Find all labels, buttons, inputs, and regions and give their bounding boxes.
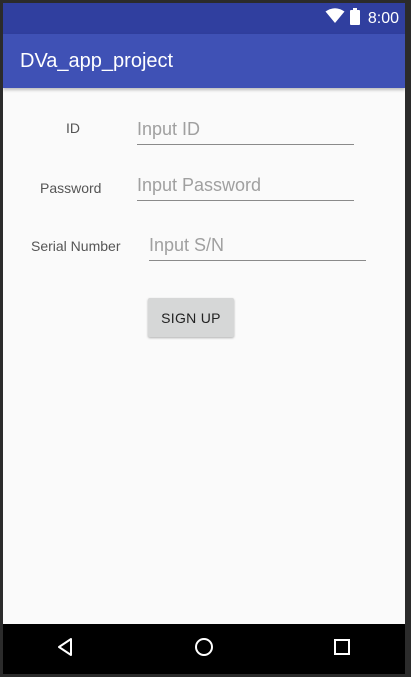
home-button[interactable] bbox=[179, 624, 229, 674]
device-frame: 8:00 DVa_app_project ID Password Serial … bbox=[0, 0, 411, 677]
app-title: DVa_app_project bbox=[20, 50, 174, 72]
recents-icon bbox=[333, 638, 351, 661]
sign-up-button[interactable]: SIGN UP bbox=[148, 298, 234, 337]
serial-number-label: Serial Number bbox=[31, 238, 121, 254]
app-bar: DVa_app_project bbox=[3, 34, 405, 88]
id-input[interactable] bbox=[137, 118, 354, 145]
password-label: Password bbox=[40, 180, 102, 196]
home-icon bbox=[194, 637, 214, 662]
wifi-icon bbox=[325, 8, 345, 29]
password-input[interactable] bbox=[137, 174, 354, 201]
back-button[interactable] bbox=[41, 624, 91, 674]
status-bar: 8:00 bbox=[3, 3, 405, 34]
navigation-bar bbox=[3, 624, 405, 674]
status-time: 8:00 bbox=[367, 9, 399, 27]
serial-number-input[interactable] bbox=[149, 234, 366, 261]
recents-button[interactable] bbox=[317, 624, 367, 674]
status-icons: 8:00 bbox=[325, 3, 399, 34]
back-icon bbox=[56, 637, 76, 662]
battery-icon bbox=[349, 7, 360, 30]
id-label: ID bbox=[66, 120, 80, 136]
screen: 8:00 DVa_app_project ID Password Serial … bbox=[3, 3, 405, 674]
